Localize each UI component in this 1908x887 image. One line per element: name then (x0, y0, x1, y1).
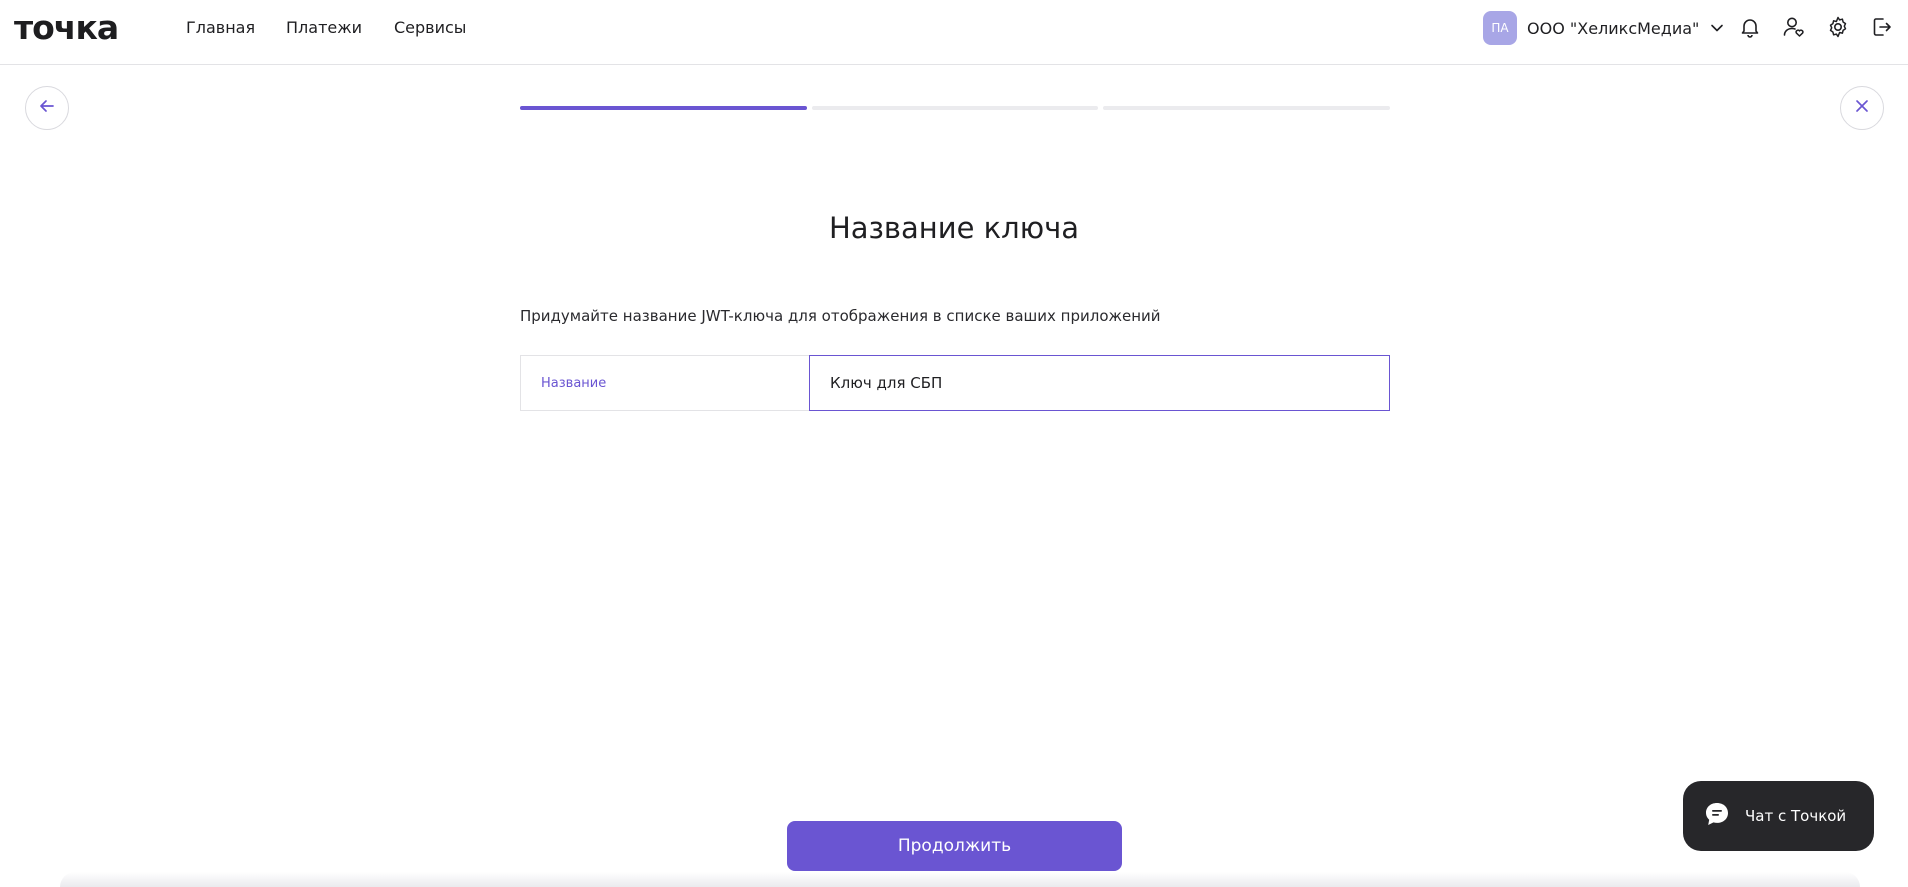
progress-step-2 (812, 106, 1098, 110)
close-button[interactable] (1840, 86, 1884, 130)
page-title: Название ключа (828, 211, 1080, 245)
field-label-cell: Название (520, 355, 810, 411)
user-heart-icon[interactable] (1781, 14, 1807, 40)
key-name-field: Название (520, 355, 1390, 411)
bottom-shadow (60, 872, 1860, 887)
description-text: Придумайте название JWT-ключа для отобра… (520, 307, 1161, 325)
avatar: ПА (1483, 11, 1517, 45)
logout-icon[interactable] (1869, 14, 1895, 40)
key-name-input[interactable] (809, 355, 1390, 411)
logo[interactable]: точка (14, 8, 119, 48)
top-header: точка Главная Платежи Сервисы ПА ООО "Хе… (0, 0, 1908, 65)
field-label: Название (541, 375, 607, 391)
gear-icon[interactable] (1825, 14, 1851, 40)
arrow-left-icon (38, 97, 56, 119)
back-button[interactable] (25, 86, 69, 130)
continue-button[interactable]: Продолжить (787, 821, 1122, 871)
wizard-progress (520, 106, 1390, 110)
close-icon (1854, 98, 1870, 118)
progress-step-1 (520, 106, 807, 110)
org-switcher[interactable]: ПА ООО "ХеликсМедиа" (1483, 11, 1725, 45)
org-name: ООО "ХеликсМедиа" (1527, 18, 1700, 38)
chat-label: Чат с Точкой (1745, 807, 1847, 825)
nav-item-services[interactable]: Сервисы (394, 18, 484, 38)
chat-bubble-icon (1703, 800, 1731, 832)
progress-step-3 (1103, 106, 1390, 110)
bell-icon[interactable] (1737, 14, 1763, 40)
chat-button[interactable]: Чат с Точкой (1683, 781, 1874, 851)
nav-item-payments[interactable]: Платежи (286, 18, 376, 38)
chevron-down-icon (1709, 20, 1725, 36)
nav-item-home[interactable]: Главная (186, 18, 266, 38)
